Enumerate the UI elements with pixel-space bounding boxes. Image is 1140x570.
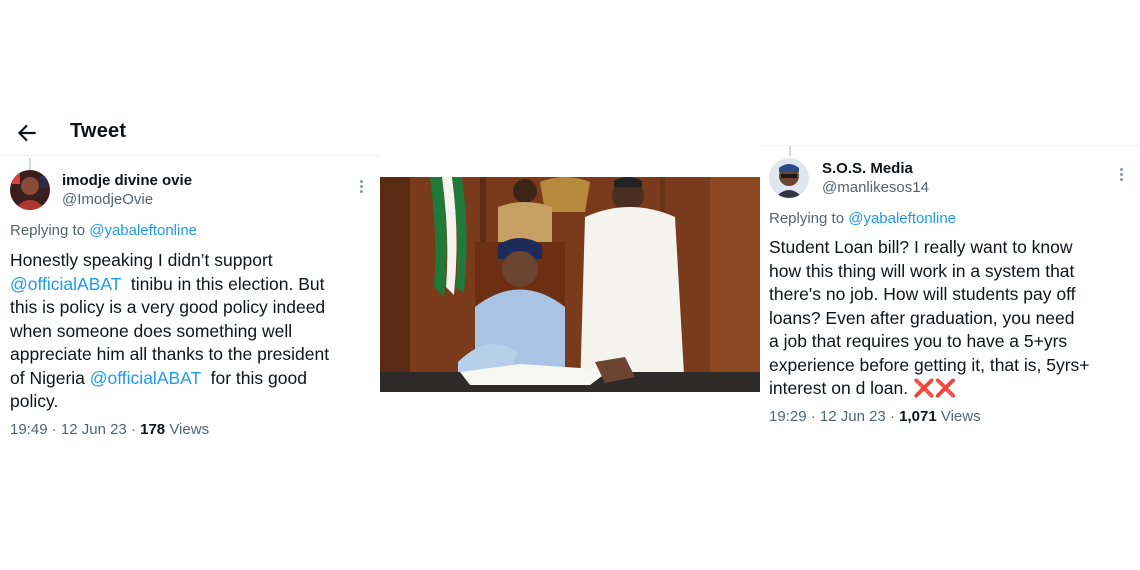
views-label: Views xyxy=(169,421,210,438)
right-tweet-panel: S.O.S. Media @manlikesos14 Replying to @… xyxy=(760,145,1140,445)
replying-to-line: Replying to @yabaleftonline xyxy=(10,222,197,239)
tweet-text-line: how this thing will work in a system tha… xyxy=(769,260,1075,281)
tweet-meta: 19:29 · 12 Jun 23 · 1,071 Views xyxy=(769,408,981,425)
tweet-text-line: this is policy is a very good policy ind… xyxy=(10,297,326,317)
view-count: 178 xyxy=(140,421,166,438)
more-dots-icon[interactable] xyxy=(355,178,367,196)
tweet-header: Tweet xyxy=(0,108,380,156)
left-tweet-panel: Tweet imodje divine ovie @ImodjeOvie Rep… xyxy=(0,108,380,448)
avatar-image xyxy=(10,170,50,210)
tweet-meta: 19:49 · 12 Jun 23 · 178 Views xyxy=(10,421,210,438)
tweet-date[interactable]: 12 Jun 23 xyxy=(820,408,886,425)
tweet-text-line: policy. xyxy=(10,391,59,411)
author-name[interactable]: S.O.S. Media xyxy=(822,160,913,177)
tweet-text: Student Loan bill? I really want to know… xyxy=(769,236,1090,401)
replying-handle-link[interactable]: @yabaleftonline xyxy=(848,210,956,227)
avatar[interactable] xyxy=(769,158,809,198)
tweet-text-line: a job that requires you to have a 5+yrs xyxy=(769,331,1068,351)
photo-illustration xyxy=(380,177,760,392)
tweet-text-line: Honestly speaking I didn’t support xyxy=(10,250,273,270)
page-title: Tweet xyxy=(70,120,127,142)
tweet-text-line: loans? Even after graduation, you need xyxy=(769,307,1075,328)
tweet-text-line: interest on d loan. ❌❌ xyxy=(769,378,957,398)
tweet-time[interactable]: 19:49 xyxy=(10,421,48,438)
replying-prefix: Replying to xyxy=(10,222,86,239)
avatar[interactable] xyxy=(10,170,50,210)
more-dots-icon[interactable] xyxy=(1115,166,1127,184)
views-label: Views xyxy=(940,408,981,425)
cross-mark-emoji: ❌❌ xyxy=(912,378,957,398)
author-name[interactable]: imodje divine ovie xyxy=(62,172,192,189)
replying-prefix: Replying to xyxy=(769,210,845,227)
tweet-text-line: of Nigeria @officialABAT for this good xyxy=(10,367,307,388)
replying-to-line: Replying to @yabaleftonline xyxy=(769,210,956,227)
tweet-text-line: there's no job. How will students pay of… xyxy=(769,284,1076,304)
thread-connector-line xyxy=(29,158,31,170)
author-handle[interactable]: @manlikesos14 xyxy=(822,179,929,196)
mention-link[interactable]: @officialABAT xyxy=(10,274,121,294)
mention-link[interactable]: @officialABAT xyxy=(90,368,201,388)
avatar-image xyxy=(769,158,809,198)
tweet-time[interactable]: 19:29 xyxy=(769,408,807,425)
tweet-text-line: when someone does something well xyxy=(10,320,293,341)
author-handle[interactable]: @ImodjeOvie xyxy=(62,191,153,208)
tweet-text: Honestly speaking I didn’t support @offi… xyxy=(10,249,329,414)
tweet-text-line: experience before getting it, that is, 5… xyxy=(769,354,1090,375)
view-count: 1,071 xyxy=(899,408,937,425)
back-arrow-icon[interactable] xyxy=(14,120,40,146)
tweet-text-line: Student Loan bill? I really want to know xyxy=(769,237,1073,257)
signing-photo xyxy=(380,177,760,392)
screenshot-collage: Tweet imodje divine ovie @ImodjeOvie Rep… xyxy=(0,0,1140,570)
thread-connector-line xyxy=(789,146,791,156)
tweet-text-line: appreciate him all thanks to the preside… xyxy=(10,344,330,364)
tweet-date[interactable]: 12 Jun 23 xyxy=(61,421,127,438)
replying-handle-link[interactable]: @yabaleftonline xyxy=(89,222,197,239)
tweet-text-line: @officialABAT tinibu in this election. B… xyxy=(10,273,325,294)
